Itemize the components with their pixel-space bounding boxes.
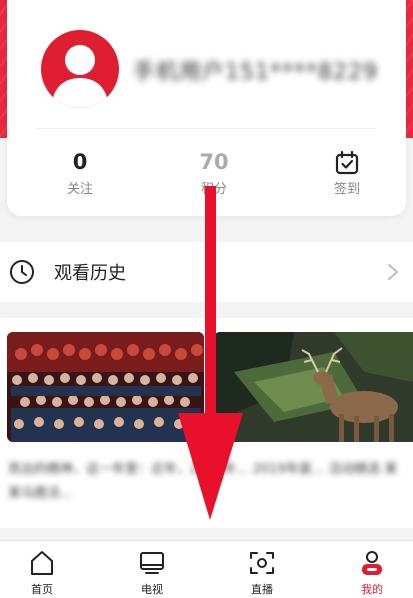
live-icon <box>250 552 274 574</box>
chevron-right-icon <box>388 264 398 280</box>
profile-icon <box>362 551 382 575</box>
bottom-nav: 首页 电视 直播 我的 <box>0 540 413 598</box>
follow-stat[interactable]: 0 关注 <box>30 148 130 197</box>
user-avatar-icon <box>51 45 109 108</box>
tv-icon <box>140 552 164 574</box>
history-videos: 亮出的精神，这一年里：近年，2019年... 2019年度... 活动精选 某某… <box>0 318 413 528</box>
username[interactable]: 手机用户151****8229 <box>133 54 378 86</box>
nav-item-mine[interactable]: 我的 <box>332 549 412 597</box>
profile-card: 手机用户151****8229 0 关注 70 积分 签到 <box>7 0 406 216</box>
watch-history-row[interactable]: 观看历史 <box>0 242 413 302</box>
nav-label-mine: 我的 <box>361 583 383 596</box>
nav-item-home[interactable]: 首页 <box>2 549 82 597</box>
points-count: 70 <box>199 150 229 174</box>
divider <box>35 128 375 129</box>
points-label: 积分 <box>200 182 227 197</box>
video-thumbnail-choir[interactable] <box>7 332 204 442</box>
nav-label-home: 首页 <box>31 583 53 596</box>
nav-item-tv[interactable]: 电视 <box>112 549 192 597</box>
avatar[interactable] <box>41 30 119 108</box>
checkin-label: 签到 <box>333 182 360 197</box>
calendar-check-icon <box>335 150 359 175</box>
checkin-button[interactable]: 签到 <box>297 148 397 197</box>
video-thumbnail-deer[interactable] <box>214 332 413 442</box>
points-stat[interactable]: 70 积分 <box>164 148 264 197</box>
choir-image <box>7 332 204 442</box>
clock-icon <box>10 260 34 284</box>
watch-history-title: 观看历史 <box>54 263 126 284</box>
home-icon <box>31 551 53 575</box>
follow-label: 关注 <box>66 182 93 197</box>
nav-item-live[interactable]: 直播 <box>222 549 302 597</box>
video-caption: 亮出的精神，这一年里：近年，2019年... 2019年度... 活动精选 某某… <box>8 462 398 501</box>
deer-image <box>214 332 413 442</box>
nav-label-live: 直播 <box>251 583 273 596</box>
follow-count: 0 <box>72 150 88 174</box>
nav-label-tv: 电视 <box>141 583 163 596</box>
